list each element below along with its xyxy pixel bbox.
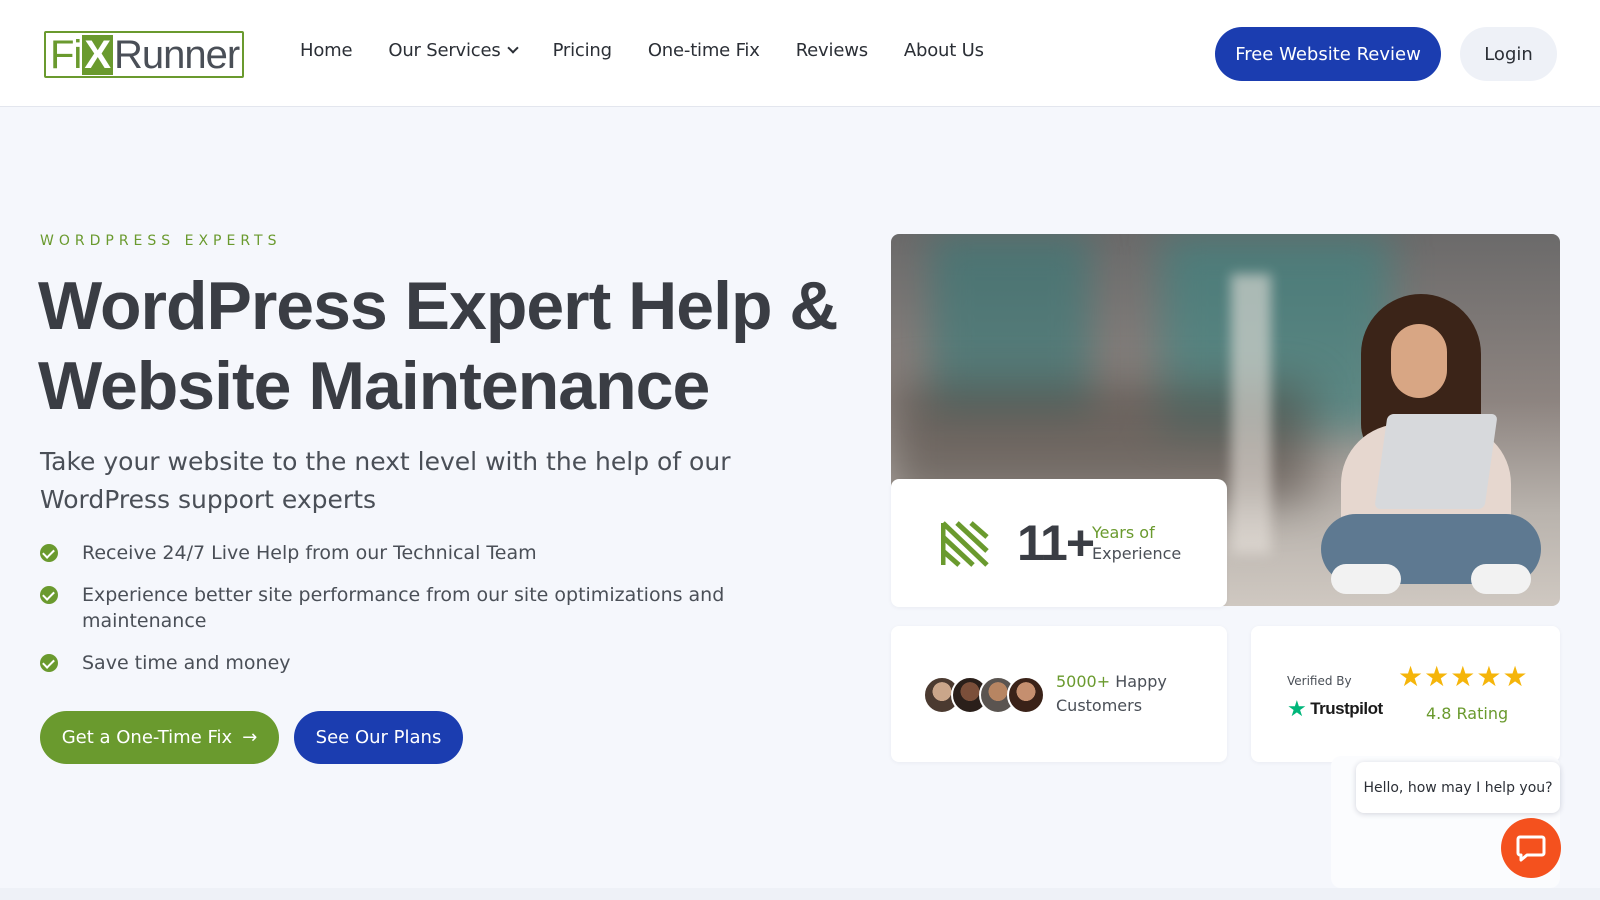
star-icon: ★ [1476,661,1503,692]
star-icon: ★ [1398,661,1425,692]
photo-shoe [1331,564,1401,594]
get-one-time-fix-button[interactable]: Get a One-Time Fix → [40,711,279,764]
trustpilot-brand: Trustpilot [1310,699,1383,718]
feature-item: Save time and money [40,650,760,676]
feature-item: Receive 24/7 Live Help from our Technica… [40,540,760,566]
customers-card: 5000+ Happy Customers [891,626,1227,762]
free-website-review-button[interactable]: Free Website Review [1215,27,1441,81]
star-icon: ★ [1502,661,1529,692]
nav-about-us-label: About Us [903,40,984,61]
check-circle-icon [40,586,58,604]
nav-one-time-fix[interactable]: One-time Fix [648,40,760,61]
nav-home[interactable]: Home [300,40,353,61]
feature-text: Receive 24/7 Live Help from our Technica… [82,542,537,564]
star-icon: ★ [1424,661,1451,692]
photo-face [1391,324,1447,398]
customers-label: 5000+ Happy Customers [1056,670,1167,718]
nav-our-services-label: Our Services [388,40,501,61]
login-button[interactable]: Login [1460,27,1557,81]
experience-line2: Experience [1092,544,1182,563]
arrow-right-icon: → [242,727,258,748]
fixrunner-logo[interactable]: Fi X Runner [44,31,244,78]
nav-our-services[interactable]: Our Services [388,40,519,61]
feature-item: Experience better site performance from … [40,582,760,634]
photo-woman-with-laptop [1321,294,1541,604]
check-circle-icon [40,654,58,672]
hero-eyebrow: WORDPRESS EXPERTS [40,233,282,249]
check-circle-icon [40,544,58,562]
customers-count: 5000+ [1056,672,1111,691]
verified-by-label: Verified By [1287,674,1352,688]
hero-title: WordPress Expert Help & Website Maintena… [38,268,839,424]
experience-label: Years of Experience [1092,522,1181,564]
experience-number: 11+ [1017,515,1095,571]
photo-shoe [1471,564,1531,594]
nav-reviews[interactable]: Reviews [796,40,868,61]
photo-laptop [1374,414,1498,509]
nav-reviews-label: Reviews [795,40,868,61]
see-our-plans-button[interactable]: See Our Plans [294,711,463,764]
section-divider [0,888,1600,900]
photo-bg-shape [1231,274,1271,554]
star-icon: ★ [1450,661,1477,692]
trustpilot-card[interactable]: Verified By ★ Trustpilot ★★★★★ 4.8 Ratin… [1251,626,1560,762]
stripes-icon [941,521,989,567]
chat-greeting-bubble[interactable]: Hello, how may I help you? [1356,762,1560,813]
trustpilot-logo: ★ Trustpilot [1287,698,1383,720]
chat-icon [1516,835,1546,862]
chevron-down-icon [506,42,519,54]
logo-x: X [82,32,114,77]
rating-stars: ★★★★★ [1398,660,1529,693]
nav-home-label: Home [300,40,353,61]
logo-runner: Runner [114,32,240,77]
customers-line2: Customers [1056,696,1143,715]
feature-text: Save time and money [82,652,291,674]
experience-card: 11+ Years of Experience [891,479,1227,607]
experience-line1: Years of [1092,523,1155,542]
rating-value: 4.8 Rating [1426,704,1509,723]
site-header: Fi X Runner Home Our Services Pricing One-… [0,0,1600,107]
customers-line1: Happy [1115,672,1167,691]
feature-text: Experience better site performance from … [82,584,725,632]
logo-fix: Fi [50,32,82,77]
feature-list: Receive 24/7 Live Help from our Technica… [40,540,760,692]
nav-about-us[interactable]: About Us [904,40,984,61]
nav-pricing[interactable]: Pricing [553,40,612,61]
get-one-time-fix-label: Get a One-Time Fix [61,727,233,748]
main-nav: Home Our Services Pricing One-time Fix R… [300,40,984,61]
avatar-group [923,676,1049,714]
nav-pricing-label: Pricing [552,40,612,61]
avatar [1007,676,1045,714]
nav-one-time-fix-label: One-time Fix [647,40,760,61]
hero-subtitle: Take your website to the next level with… [40,447,731,514]
chat-open-button[interactable] [1501,818,1561,878]
trustpilot-star-icon: ★ [1287,696,1307,721]
